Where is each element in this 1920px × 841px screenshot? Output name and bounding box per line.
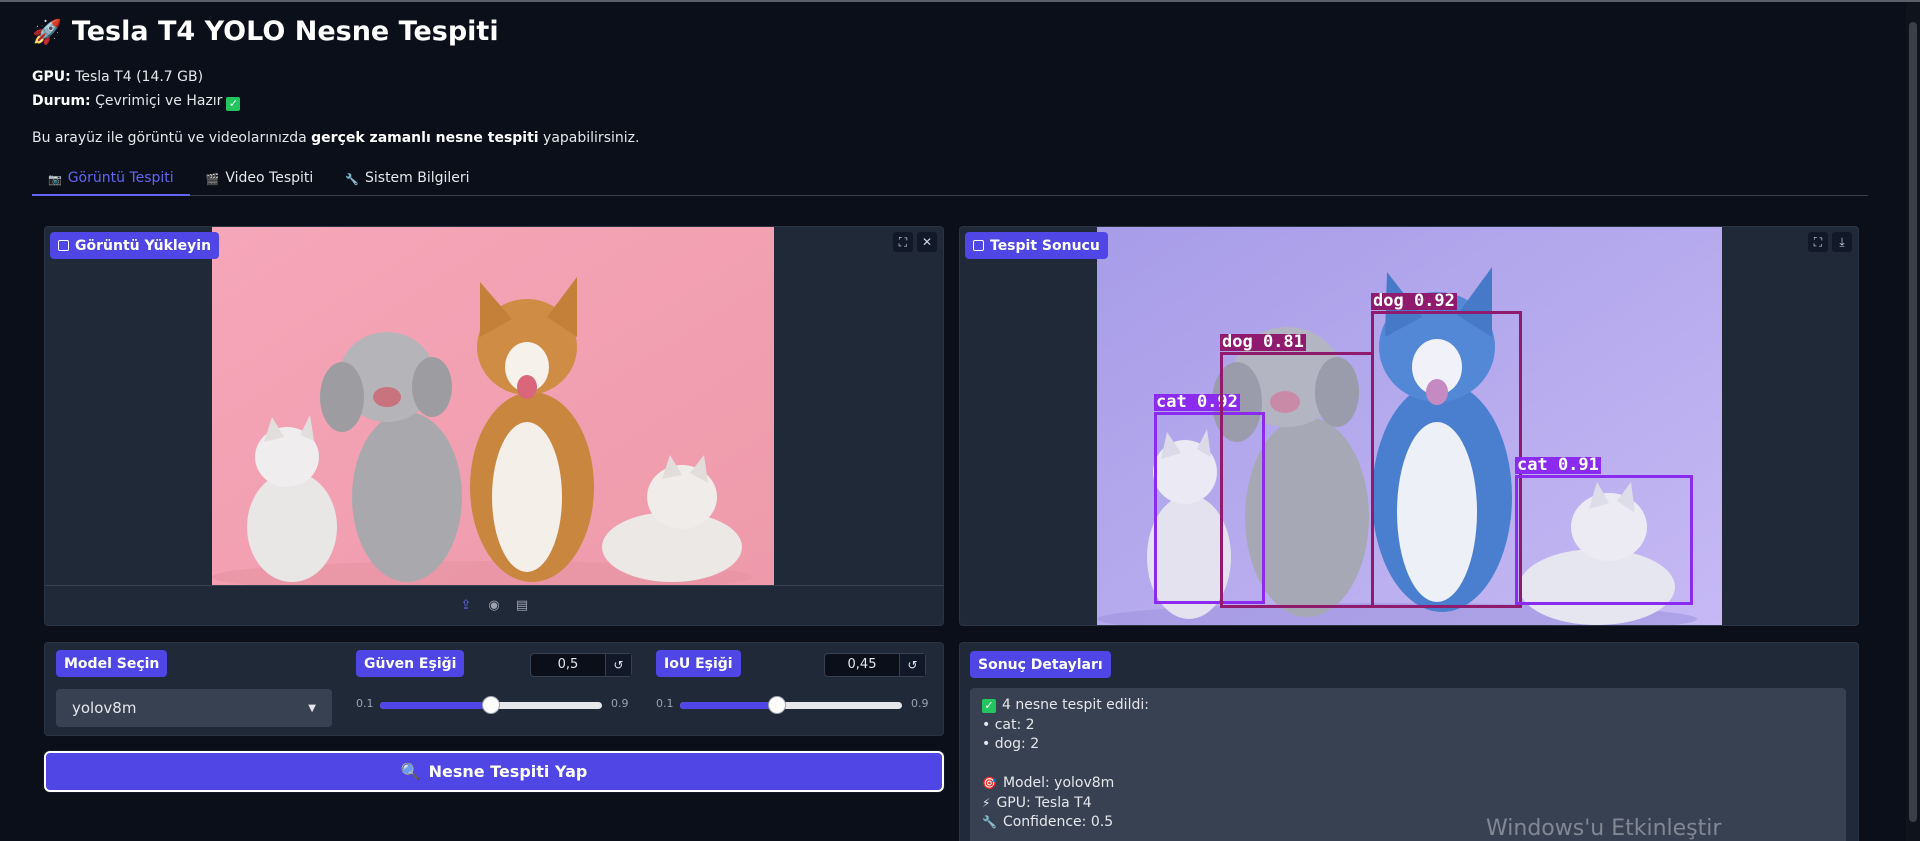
upload-corner-buttons: ⛶ ✕ <box>893 232 937 252</box>
scrollbar-thumb[interactable] <box>1909 22 1917 822</box>
model-line: Model: yolov8m <box>1002 775 1115 791</box>
fullscreen-icon[interactable]: ⛶ <box>893 232 913 252</box>
chevron-down-icon: ▼ <box>308 702 316 714</box>
detection-box-cat-2 <box>1515 475 1693 605</box>
confidence-slider-thumb[interactable] <box>482 696 500 714</box>
window-top-border <box>0 0 1920 2</box>
detect-button[interactable]: 🔍 Nesne Tespiti Yap <box>44 751 944 792</box>
scrollbar[interactable] <box>1906 2 1920 841</box>
intro-before: Bu arayüz ile görüntü ve videolarınızda <box>32 130 307 146</box>
model-label-text: Model Seçin <box>64 655 160 672</box>
details-label-text: Sonuç Detayları <box>978 656 1103 673</box>
check-icon: ✓ <box>226 97 241 111</box>
uploaded-image <box>212 227 774 587</box>
status-value: Çevrimiçi ve Hazır <box>95 93 223 109</box>
intro-bold: gerçek zamanlı nesne tespiti <box>311 130 539 146</box>
download-icon[interactable]: ⤓ <box>1832 232 1852 252</box>
confidence-line: Confidence: 0.5 <box>1002 814 1114 830</box>
page-title-text: Tesla T4 YOLO Nesne Tespiti <box>71 16 499 47</box>
detection-result-panel: cat 0.92 dog 0.81 dog 0.92 cat 0.91 Tesp… <box>959 226 1859 626</box>
confidence-min: 0.1 <box>356 697 374 710</box>
cat-count: • cat: 2 <box>982 716 1035 733</box>
confidence-input[interactable]: 0,5 ↺ <box>530 653 632 677</box>
controls-panel: Model Seçin yolov8m ▼ Güven Eşiği 0,5 ↺ … <box>44 642 944 736</box>
tab-system-info[interactable]: 🔧 Sistem Bilgileri <box>329 168 485 196</box>
detect-button-label: Nesne Tespiti Yap <box>428 762 588 781</box>
details-label: Sonuç Detayları <box>970 651 1111 678</box>
page-title: 🚀 Tesla T4 YOLO Nesne Tespiti <box>32 16 499 47</box>
camera-icon: 📷 <box>48 173 62 186</box>
confidence-label: Güven Eşiği <box>356 650 465 677</box>
status-label: Durum: <box>32 93 91 109</box>
iou-min: 0.1 <box>656 697 674 710</box>
tab-label: Görüntü Tespiti <box>67 170 174 186</box>
upload-panel-label: Görüntü Yükleyin <box>50 232 220 259</box>
reset-icon[interactable]: ↺ <box>899 654 925 676</box>
detection-summary: 4 nesne tespit edildi: <box>1002 697 1149 713</box>
fullscreen-icon[interactable]: ⛶ <box>1808 232 1828 252</box>
iou-max: 0.9 <box>911 697 929 710</box>
confidence-slider-fill <box>380 702 491 709</box>
detection-box-dog-1 <box>1220 352 1374 608</box>
upload-panel-label-text: Görüntü Yükleyin <box>75 237 212 254</box>
webcam-icon[interactable]: ◉ <box>486 598 502 614</box>
tab-image-detection[interactable]: 📷 Görüntü Tespiti <box>32 168 190 196</box>
reset-icon[interactable]: ↺ <box>605 654 631 676</box>
result-image: cat 0.92 dog 0.81 dog 0.92 cat 0.91 <box>1097 227 1722 625</box>
pets-photo <box>212 227 774 587</box>
iou-value: 0,45 <box>847 657 877 672</box>
iou-input[interactable]: 0,45 ↺ <box>824 653 926 677</box>
iou-slider[interactable] <box>680 696 902 714</box>
intro-text: Bu arayüz ile görüntü ve videolarınızda … <box>32 130 639 146</box>
gpu-info: GPU: Tesla T4 (14.7 GB) <box>32 69 203 85</box>
iou-slider-thumb[interactable] <box>768 696 787 714</box>
clipboard-icon[interactable]: ▤ <box>514 598 530 614</box>
detection-label-dog-1: dog 0.81 <box>1220 332 1306 352</box>
confidence-label-text: Güven Eşiği <box>364 655 457 672</box>
lightning-icon: ⚡ <box>982 795 991 810</box>
wrench-icon: 🔧 <box>982 815 997 829</box>
detection-box-dog-2 <box>1371 311 1522 608</box>
image-upload-panel[interactable]: Görüntü Yükleyin ⛶ ✕ ⇪ ◉ ▤ <box>44 226 944 626</box>
close-icon[interactable]: ✕ <box>917 232 937 252</box>
result-corner-buttons: ⛶ ⤓ <box>1808 232 1852 252</box>
upload-icon[interactable]: ⇪ <box>458 598 474 614</box>
tab-video-detection[interactable]: 🎬 Video Tespiti <box>190 168 330 196</box>
iou-label: IoU Eşiği <box>656 650 741 677</box>
clapper-icon: 🎬 <box>205 173 220 186</box>
image-icon <box>58 240 69 251</box>
result-panel-label: Tespit Sonucu <box>965 232 1108 259</box>
upload-source-bar: ⇪ ◉ ▤ <box>45 585 943 625</box>
status-info: Durum: Çevrimiçi ve Hazır ✓ <box>32 93 241 111</box>
gpu-value: Tesla T4 (14.7 GB) <box>75 69 204 85</box>
model-dropdown[interactable]: yolov8m ▼ <box>56 689 332 727</box>
confidence-max: 0.9 <box>611 697 629 710</box>
gpu-line: GPU: Tesla T4 <box>996 794 1092 811</box>
target-icon: 🎯 <box>982 776 997 790</box>
windows-activation-watermark: Windows'u Etkinleştir <box>1486 816 1722 841</box>
tab-label: Sistem Bilgileri <box>365 170 470 186</box>
image-icon <box>973 240 984 251</box>
iou-label-text: IoU Eşiği <box>664 655 733 672</box>
model-label: Model Seçin <box>56 650 168 677</box>
detection-label-dog-2: dog 0.92 <box>1371 291 1457 311</box>
detection-label-cat-2: cat 0.91 <box>1515 455 1601 475</box>
tab-label: Video Tespiti <box>225 170 314 186</box>
iou-slider-fill <box>680 702 778 709</box>
rocket-icon: 🚀 <box>32 17 62 46</box>
wrench-icon: 🔧 <box>345 173 359 186</box>
gpu-label: GPU: <box>32 69 71 85</box>
confidence-value: 0,5 <box>557 657 579 672</box>
intro-after: yapabilirsiniz. <box>543 130 640 146</box>
confidence-slider[interactable] <box>380 696 602 714</box>
tab-bar: 📷 Görüntü Tespiti 🎬 Video Tespiti 🔧 Sist… <box>32 168 1868 196</box>
result-panel-label-text: Tespit Sonucu <box>990 237 1100 254</box>
check-icon: ✓ <box>982 698 996 713</box>
model-value: yolov8m <box>72 699 137 717</box>
magnifier-icon: 🔍 <box>400 762 421 781</box>
dog-count: • dog: 2 <box>982 736 1040 752</box>
